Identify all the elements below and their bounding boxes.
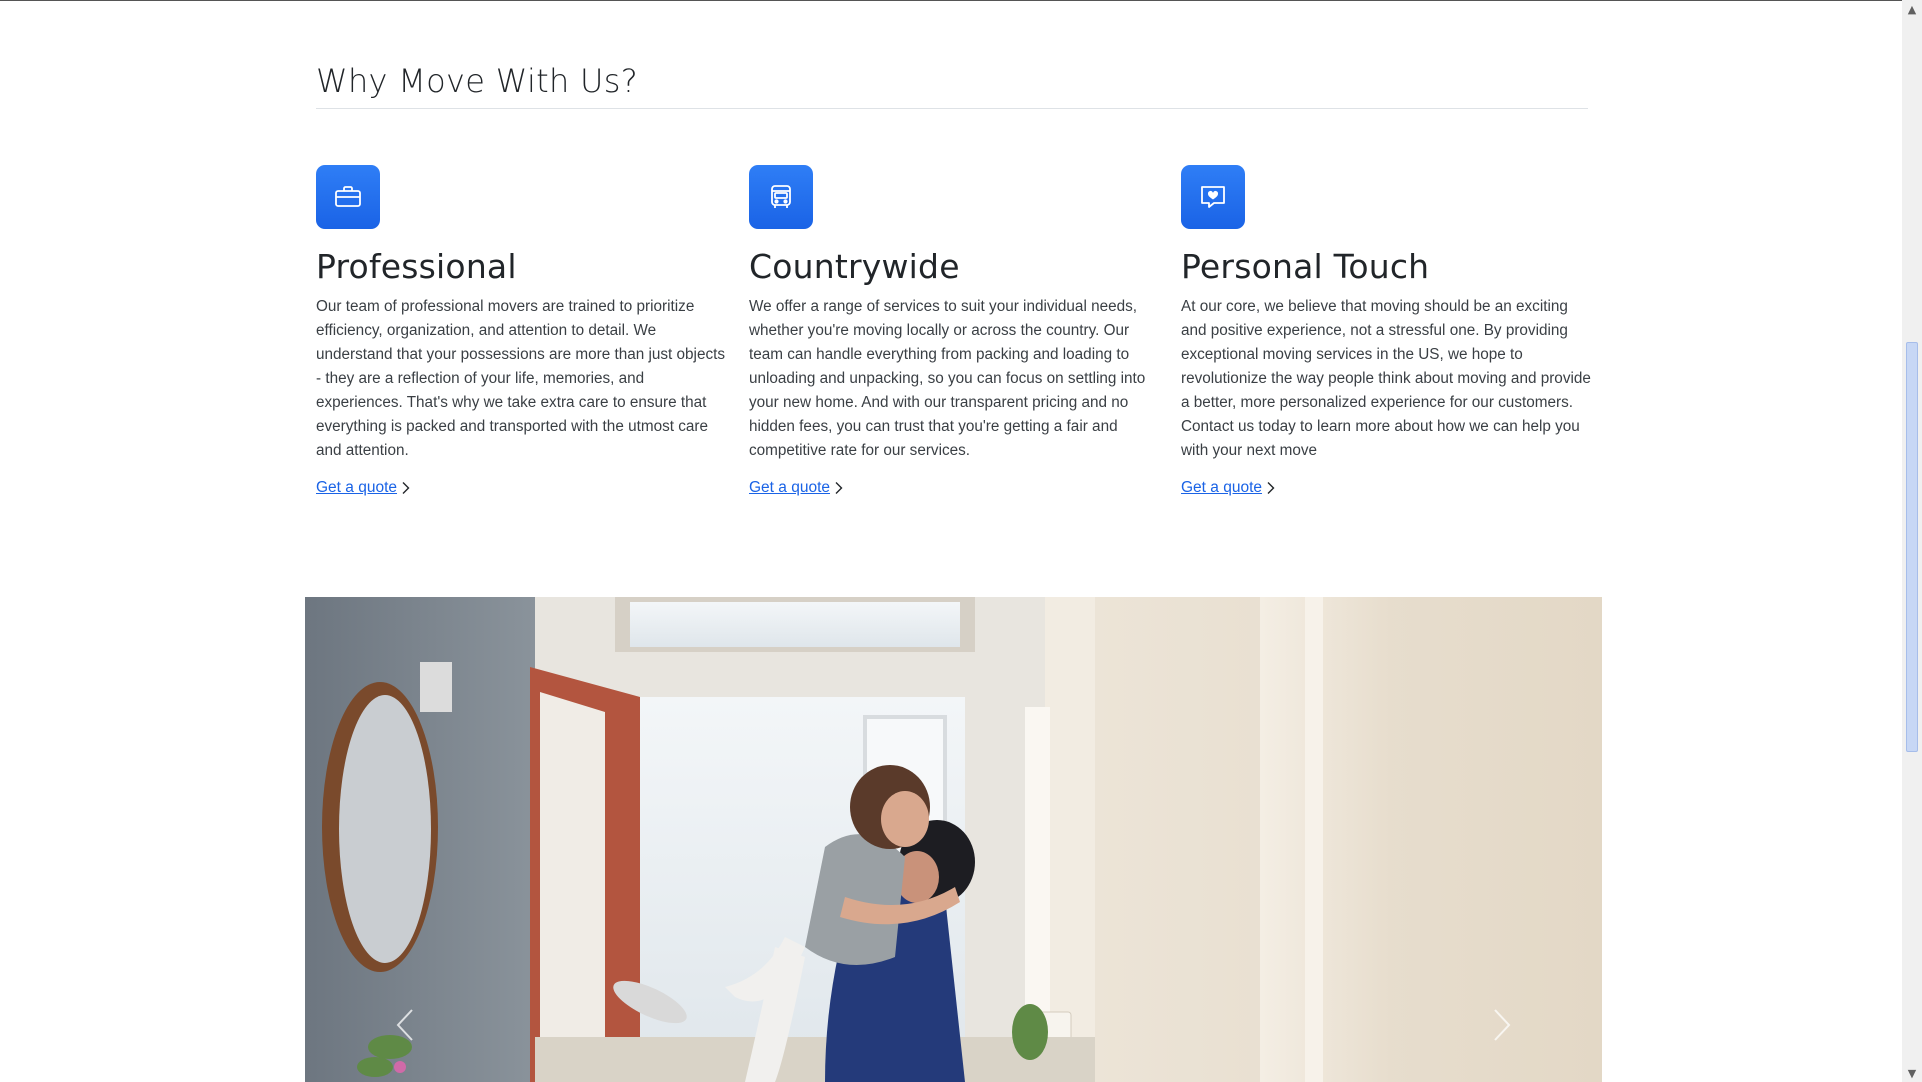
chat-heart-icon <box>1181 165 1245 229</box>
feature-countrywide: Countrywide We offer a range of services… <box>749 165 1159 497</box>
feature-description: At our core, we believe that moving shou… <box>1181 298 1591 459</box>
vertical-scrollbar[interactable]: ▲ ▼ <box>1902 0 1922 1082</box>
hero-carousel <box>305 597 1602 1082</box>
get-quote-label: Get a quote <box>316 479 398 496</box>
chevron-right-icon <box>1267 482 1275 494</box>
page-content: Why Move With Us? Professional Our team … <box>0 0 1902 1082</box>
feature-personal-touch: Personal Touch At our core, we believe t… <box>1181 165 1591 497</box>
section-divider <box>316 108 1588 109</box>
feature-professional: Professional Our team of professional mo… <box>316 165 726 497</box>
briefcase-icon <box>316 165 380 229</box>
get-quote-label: Get a quote <box>1181 479 1263 496</box>
chevron-right-icon <box>835 482 843 494</box>
chevron-right-icon <box>1494 1009 1511 1041</box>
carousel-photo-couple-embracing <box>305 597 1602 1082</box>
carousel-next-button[interactable] <box>1442 597 1562 1082</box>
chevron-left-icon <box>396 1009 413 1041</box>
get-quote-label: Get a quote <box>749 479 831 496</box>
get-quote-link[interactable]: Get a quote <box>316 479 410 497</box>
feature-title: Countrywide <box>749 247 960 286</box>
feature-title: Personal Touch <box>1181 247 1430 286</box>
section-title: Why Move With Us? <box>316 62 639 100</box>
get-quote-link[interactable]: Get a quote <box>1181 479 1275 497</box>
carousel-prev-button[interactable] <box>345 597 465 1082</box>
feature-description: We offer a range of services to suit you… <box>749 298 1146 459</box>
scrollbar-thumb[interactable] <box>1906 342 1918 752</box>
feature-title: Professional <box>316 247 517 286</box>
scroll-down-icon[interactable]: ▼ <box>1904 1065 1920 1081</box>
scroll-up-icon[interactable]: ▲ <box>1904 1 1920 17</box>
feature-description: Our team of professional movers are trai… <box>316 298 725 459</box>
chevron-right-icon <box>402 482 410 494</box>
bus-icon <box>749 165 813 229</box>
get-quote-link[interactable]: Get a quote <box>749 479 843 497</box>
